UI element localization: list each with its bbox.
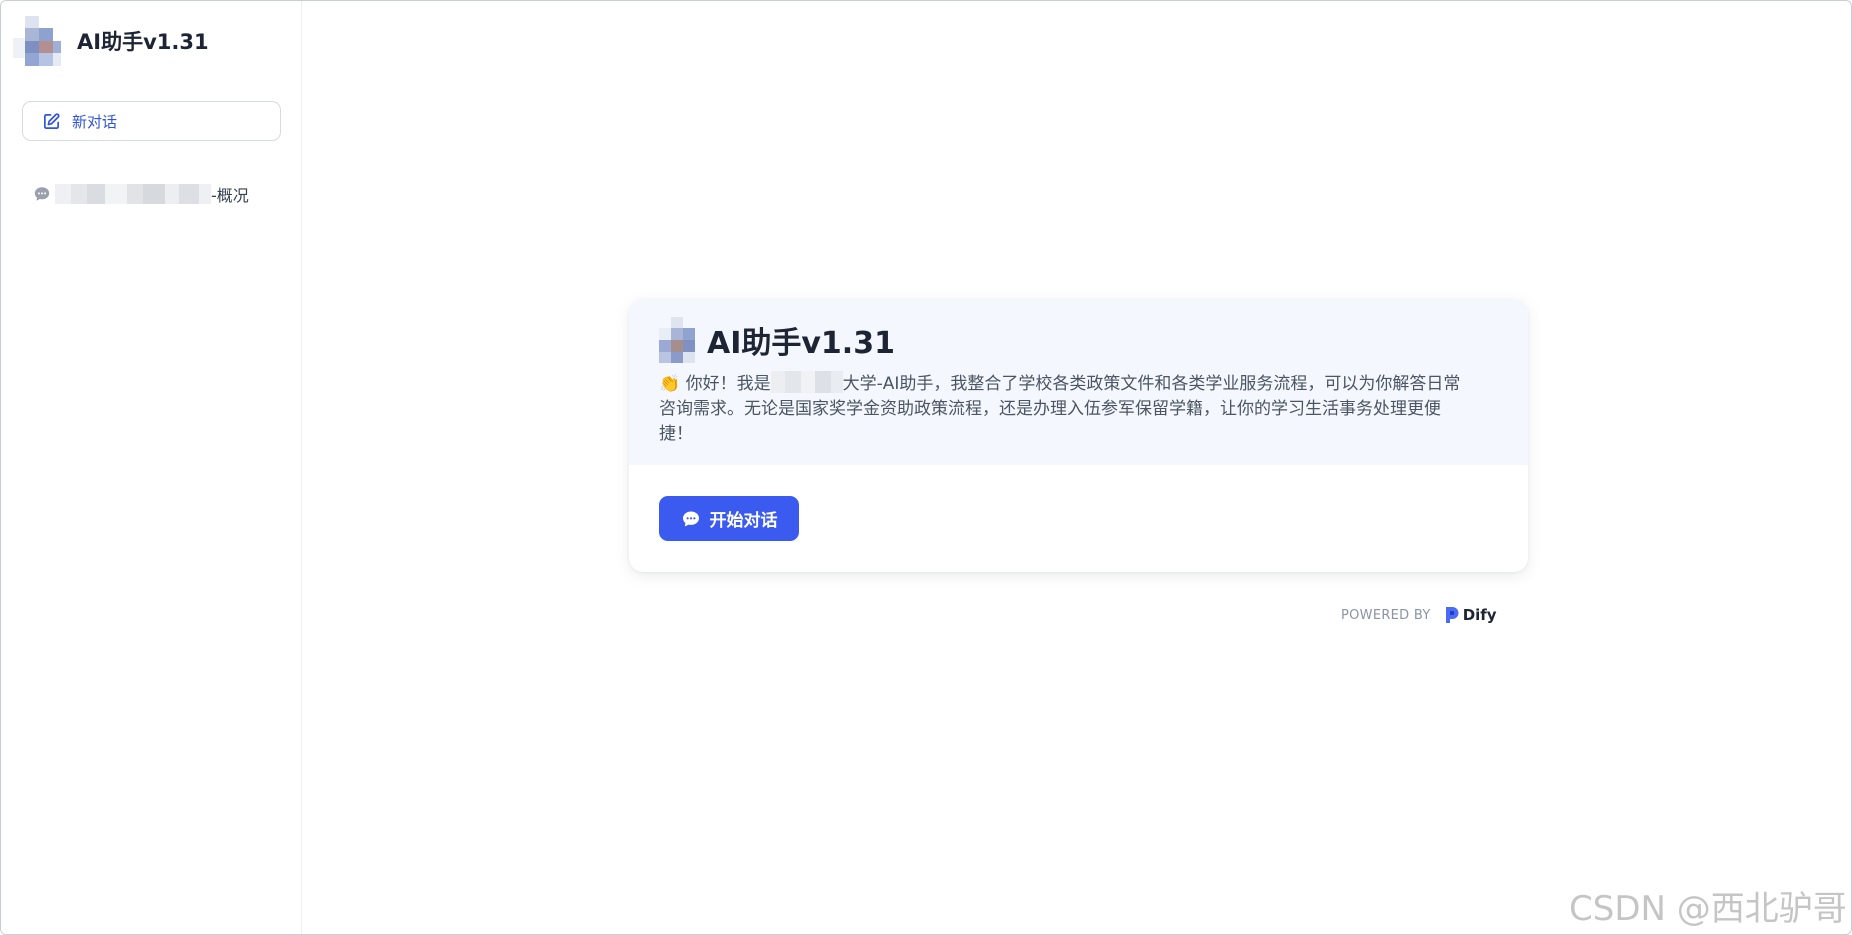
clap-emoji: 👏: [659, 374, 681, 394]
new-chat-label: 新对话: [72, 112, 118, 131]
new-chat-button[interactable]: 新对话: [22, 101, 281, 141]
powered-by: POWERED BY Dify: [1341, 604, 1497, 626]
chat-bubble-icon: [682, 511, 699, 526]
redacted-text: [55, 182, 211, 206]
conversation-item[interactable]: -概况: [33, 179, 283, 209]
welcome-line-3: 捷！: [659, 424, 693, 444]
sidebar-brand: AI助手v1.31: [13, 11, 209, 71]
card-title: AI助手v1.31: [707, 326, 895, 361]
csdn-watermark: CSDN @西北驴哥: [1569, 889, 1847, 929]
powered-by-text: POWERED BY: [1341, 607, 1431, 623]
edit-icon: [43, 112, 60, 129]
welcome-card: AI助手v1.31 👏 你好！我是 大学-AI助手，我整合了学校各类政策文件和各类…: [629, 299, 1528, 572]
app-window: AI助手v1.31 新对话 -概况 AI助手v1.31 👏 你好！我是 大学-A…: [0, 0, 1852, 935]
conversation-label: -概况: [211, 186, 249, 205]
start-chat-button[interactable]: 开始对话: [659, 496, 799, 541]
sidebar: AI助手v1.31 新对话 -概况: [1, 1, 302, 934]
card-title-row: AI助手v1.31: [659, 315, 895, 365]
app-logo: [659, 317, 697, 363]
start-chat-label: 开始对话: [709, 511, 778, 531]
redacted-text: [770, 371, 843, 393]
welcome-card-header: AI助手v1.31 👏 你好！我是 大学-AI助手，我整合了学校各类政策文件和各类…: [629, 299, 1528, 465]
app-title: AI助手v1.31: [77, 30, 209, 54]
dify-logo-icon: [1445, 607, 1459, 623]
welcome-message: 👏 你好！我是 大学-AI助手，我整合了学校各类政策文件和各类学业服务流程，可以为…: [659, 371, 1499, 447]
chat-bubble-icon: [34, 187, 50, 201]
welcome-line-1: 👏 你好！我是 大学-AI助手，我整合了学校各类政策文件和各类学业服务流程，可以为…: [659, 371, 1499, 397]
app-logo: [13, 16, 61, 66]
welcome-line-2: 咨询需求。无论是国家奖学金资助政策流程，还是办理入伍参军保留学籍，让你的学习生活…: [659, 399, 1441, 419]
dify-brand-name: Dify: [1462, 606, 1497, 624]
